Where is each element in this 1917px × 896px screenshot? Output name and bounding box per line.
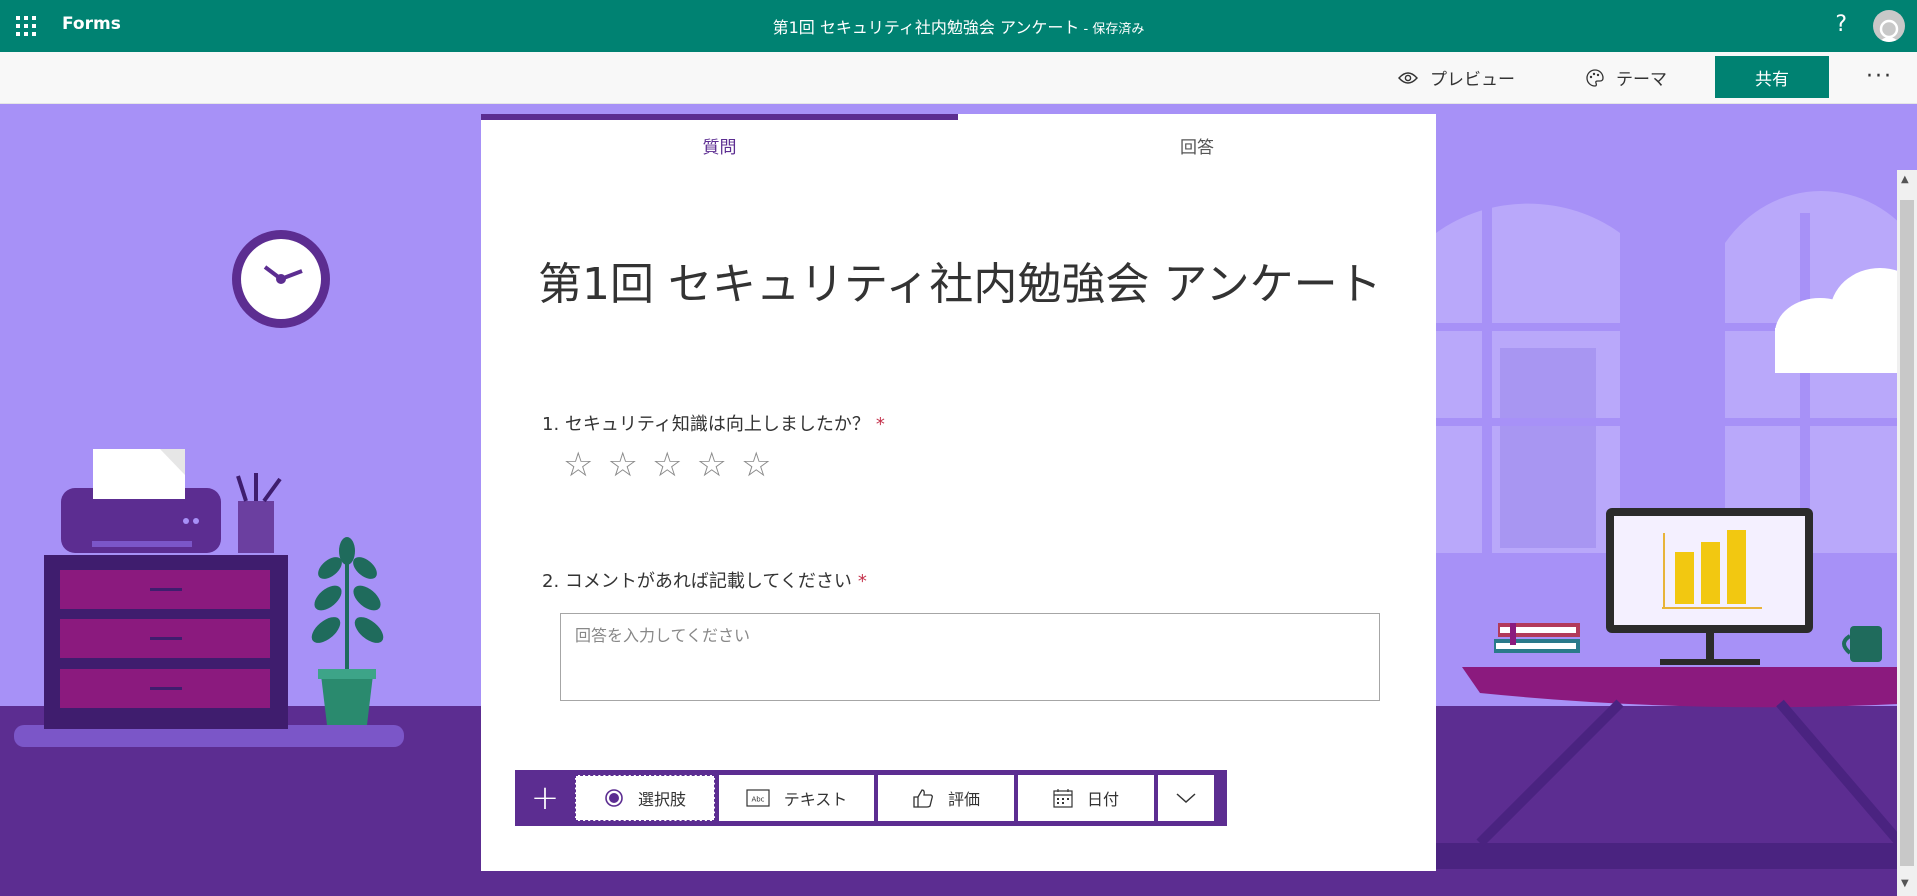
view-tabs: 質問 回答: [481, 114, 1436, 170]
star-icon[interactable]: ☆: [652, 448, 682, 482]
more-question-types-button[interactable]: [1158, 775, 1214, 821]
add-date-button[interactable]: 日付: [1018, 775, 1154, 821]
chevron-down-icon: [1176, 793, 1196, 804]
required-mark: *: [857, 571, 867, 592]
avatar[interactable]: [1873, 10, 1905, 42]
save-status: - 保存済み: [1079, 22, 1145, 37]
share-button[interactable]: 共有: [1715, 56, 1829, 98]
svg-text:Abc: Abc: [751, 796, 764, 804]
text-label: テキスト: [783, 790, 848, 809]
question-2-label[interactable]: 2. コメントがあれば記載してください *: [542, 567, 867, 593]
add-choice-button[interactable]: 選択肢: [575, 775, 715, 821]
star-icon[interactable]: ☆: [696, 448, 726, 482]
add-question-button[interactable]: +: [515, 770, 575, 826]
scroll-thumb[interactable]: [1900, 200, 1914, 866]
required-mark: *: [875, 414, 885, 435]
tab-responses[interactable]: 回答: [958, 120, 1436, 170]
more-options-button[interactable]: ···: [1866, 64, 1893, 89]
choice-label: 選択肢: [637, 790, 686, 809]
answer-input[interactable]: [560, 613, 1380, 701]
question-number: 2.: [542, 571, 560, 592]
add-text-button[interactable]: Abc テキスト: [719, 775, 874, 821]
question-number: 1.: [542, 414, 560, 435]
add-question-toolbar: + 選択肢 Abc テキスト 評価 日付: [515, 770, 1227, 826]
add-rating-button[interactable]: 評価: [878, 775, 1014, 821]
star-icon[interactable]: ☆: [607, 448, 637, 482]
help-button[interactable]: ?: [1835, 12, 1847, 37]
text-abc-icon: Abc: [746, 789, 770, 807]
preview-label: プレビュー: [1430, 70, 1515, 90]
document-title-text: 第1回 セキュリティ社内勉強会 アンケート: [772, 18, 1080, 37]
question-1-label[interactable]: 1. セキュリティ知識は向上しましたか？ *: [542, 410, 885, 436]
theme-label: テーマ: [1616, 70, 1667, 90]
form-card: [481, 114, 1436, 871]
preview-button[interactable]: プレビュー: [1398, 65, 1515, 90]
document-title[interactable]: 第1回 セキュリティ社内勉強会 アンケート - 保存済み: [0, 14, 1917, 38]
calendar-icon: [1053, 789, 1073, 808]
clock-illustration: [232, 230, 330, 328]
question-text: セキュリティ知識は向上しましたか？: [564, 414, 870, 435]
thumbs-up-icon: [913, 789, 933, 808]
theme-button[interactable]: テーマ: [1586, 65, 1667, 90]
question-text: コメントがあれば記載してください: [564, 571, 852, 592]
star-icon[interactable]: ☆: [563, 448, 593, 482]
scroll-up-icon[interactable]: ▲: [1901, 174, 1909, 185]
tab-questions[interactable]: 質問: [481, 114, 958, 170]
app-header: Forms 第1回 セキュリティ社内勉強会 アンケート - 保存済み ?: [0, 0, 1917, 52]
form-title[interactable]: 第1回 セキュリティ社内勉強会 アンケート: [538, 248, 1382, 312]
rating-stars: ☆ ☆ ☆ ☆ ☆: [563, 448, 771, 482]
user-icon: [1879, 19, 1899, 42]
scrollbar[interactable]: ▲ ▼: [1897, 170, 1917, 896]
palette-icon: [1586, 68, 1604, 87]
star-icon[interactable]: ☆: [741, 448, 771, 482]
scroll-down-icon[interactable]: ▼: [1901, 878, 1909, 889]
eye-icon: [1398, 71, 1418, 84]
command-bar: プレビュー テーマ 共有 ···: [0, 52, 1917, 104]
date-label: 日付: [1086, 790, 1119, 809]
radio-button-icon: [605, 789, 623, 807]
rating-label: 評価: [947, 790, 980, 809]
